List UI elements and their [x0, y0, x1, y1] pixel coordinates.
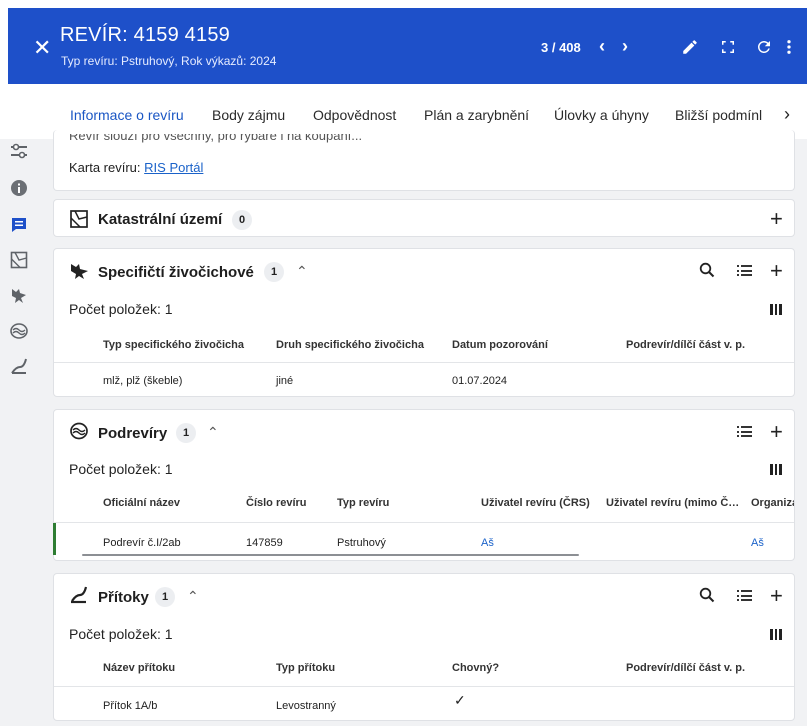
- close-icon[interactable]: ✕: [33, 37, 51, 59]
- table-cell[interactable]: Podrevír č.I/2ab: [103, 537, 181, 549]
- pritoky-title: Přítoky: [98, 589, 149, 606]
- comment-icon[interactable]: [9, 215, 29, 235]
- animal-icon: [71, 264, 88, 279]
- pritoky-count-badge: 1: [155, 587, 175, 607]
- selected-row-indicator: [53, 523, 56, 555]
- col-header[interactable]: Název přítoku: [103, 662, 175, 674]
- col-header[interactable]: Číslo revíru: [246, 497, 307, 509]
- collapse-chevron-icon[interactable]: ⌃: [296, 263, 308, 280]
- table-cell: Levostranný: [276, 700, 336, 712]
- columns-icon[interactable]: [770, 304, 783, 315]
- more-menu-icon[interactable]: [785, 38, 793, 56]
- table-cell-link[interactable]: Aš: [751, 537, 764, 549]
- search-icon[interactable]: [699, 262, 715, 278]
- columns-icon[interactable]: [770, 629, 783, 640]
- next-record-icon[interactable]: ›: [622, 36, 628, 57]
- items-count: Počet položek: 1: [69, 626, 173, 642]
- info-partial-text: Revír slouží pro všechny, pro rybáře i n…: [69, 128, 363, 143]
- zivocichove-count-badge: 1: [264, 262, 284, 282]
- subarea-icon[interactable]: [9, 321, 29, 341]
- refresh-icon[interactable]: [755, 38, 773, 56]
- info-icon[interactable]: [9, 178, 29, 198]
- pritoky-card: Přítoky 1 ⌃ + Počet položek: 1 Název pří…: [53, 573, 795, 721]
- collapse-chevron-icon[interactable]: ⌃: [207, 424, 219, 441]
- search-icon[interactable]: [699, 587, 715, 603]
- col-header[interactable]: Organiza: [751, 497, 794, 509]
- fullscreen-icon[interactable]: [719, 38, 737, 56]
- list-view-icon[interactable]: [737, 426, 752, 437]
- col-header[interactable]: Podrevír/dílčí část v. p.: [626, 339, 745, 351]
- katastr-card: Katastrální území 0 +: [53, 199, 795, 237]
- ris-portal-link[interactable]: RIS Portál: [144, 160, 203, 175]
- table-cell: 147859: [246, 537, 283, 549]
- page-title: REVÍR: 4159 4159: [60, 24, 230, 46]
- edit-icon[interactable]: [681, 38, 699, 56]
- info-card: Revír slouží pro všechny, pro rybáře i n…: [53, 130, 795, 191]
- map-card-row: Karta revíru: RIS Portál: [69, 160, 203, 175]
- section-sidebar: [0, 139, 36, 726]
- col-header[interactable]: Typ revíru: [337, 497, 389, 509]
- collapse-chevron-icon[interactable]: ⌃: [187, 588, 199, 605]
- podreviry-title: Podrevíry: [98, 425, 168, 442]
- tab-plan-zarybneni[interactable]: Plán a zarybnění: [424, 107, 529, 123]
- animal-icon[interactable]: [9, 285, 29, 305]
- settings-sliders-icon[interactable]: [9, 142, 29, 162]
- col-header[interactable]: Chovný?: [452, 662, 499, 674]
- items-count: Počet položek: 1: [69, 461, 173, 477]
- add-zivocich-button[interactable]: +: [770, 260, 783, 282]
- katastr-title: Katastrální území: [98, 211, 223, 228]
- podreviry-card: Podrevíry 1 ⌃ + Počet položek: 1 Oficiál…: [53, 409, 795, 561]
- katastr-count-badge: 0: [232, 210, 252, 230]
- tabs-scroll-right-icon[interactable]: ›: [784, 104, 790, 125]
- col-header[interactable]: Typ přítoku: [276, 662, 335, 674]
- zivocichove-card: Specifičtí živočichové 1 ⌃ + Počet polož…: [53, 248, 795, 397]
- col-header[interactable]: Oficiální název: [103, 497, 180, 509]
- record-pager: 3 / 408: [541, 40, 581, 55]
- table-cell: mlž, plž (škeble): [103, 375, 183, 387]
- page-subtitle: Typ revíru: Pstruhový, Rok výkazů: 2024: [61, 54, 277, 68]
- podreviry-count-badge: 1: [176, 423, 196, 443]
- col-header[interactable]: Druh specifického živočicha: [276, 339, 424, 351]
- col-header[interactable]: Datum pozorování: [452, 339, 548, 351]
- tributary-icon: [71, 586, 88, 604]
- col-header[interactable]: Podrevír/dílčí část v. p.: [626, 662, 745, 674]
- zivocichove-title: Specifičtí živočichové: [98, 264, 254, 281]
- prev-record-icon[interactable]: ‹: [599, 36, 605, 57]
- tab-odpovednost[interactable]: Odpovědnost: [313, 107, 396, 123]
- tab-ulovky-uhyny[interactable]: Úlovky a úhyny: [554, 107, 649, 123]
- col-header[interactable]: Uživatel revíru (mimo Č…: [606, 497, 739, 509]
- map-card-label: Karta revíru:: [69, 160, 141, 175]
- tributary-icon[interactable]: [9, 356, 29, 376]
- tab-informace[interactable]: Informace o revíru: [70, 107, 184, 123]
- table-cell-link[interactable]: Aš: [481, 537, 494, 549]
- tab-body-zajmu[interactable]: Body zájmu: [212, 107, 285, 123]
- col-header[interactable]: Uživatel revíru (ČRS): [481, 497, 590, 509]
- col-header[interactable]: Typ specifického živočicha: [103, 339, 244, 351]
- horizontal-scrollbar[interactable]: [82, 554, 579, 556]
- add-pritok-button[interactable]: +: [770, 585, 783, 607]
- table-cell: Přítok 1A/b: [103, 700, 158, 712]
- subarea-icon: [70, 422, 88, 440]
- add-katastr-button[interactable]: +: [770, 208, 783, 230]
- map-icon: [70, 210, 88, 228]
- title-bar: ✕ REVÍR: 4159 4159 Typ revíru: Pstruhový…: [8, 8, 807, 84]
- add-podrevir-button[interactable]: +: [770, 421, 783, 443]
- app-header: ✕ REVÍR: 4159 4159 Typ revíru: Pstruhový…: [0, 0, 807, 87]
- items-count: Počet položek: 1: [69, 301, 173, 317]
- table-cell: jiné: [276, 375, 294, 387]
- columns-icon[interactable]: [770, 464, 783, 475]
- list-view-icon[interactable]: [737, 590, 752, 601]
- list-view-icon[interactable]: [737, 265, 752, 276]
- table-cell: Pstruhový: [337, 537, 386, 549]
- checkmark-icon: ✓: [454, 692, 466, 708]
- table-cell: 01.07.2024: [452, 375, 508, 387]
- tab-blizsi-podminky[interactable]: Bližší podmínl: [675, 107, 762, 123]
- map-icon[interactable]: [9, 250, 29, 270]
